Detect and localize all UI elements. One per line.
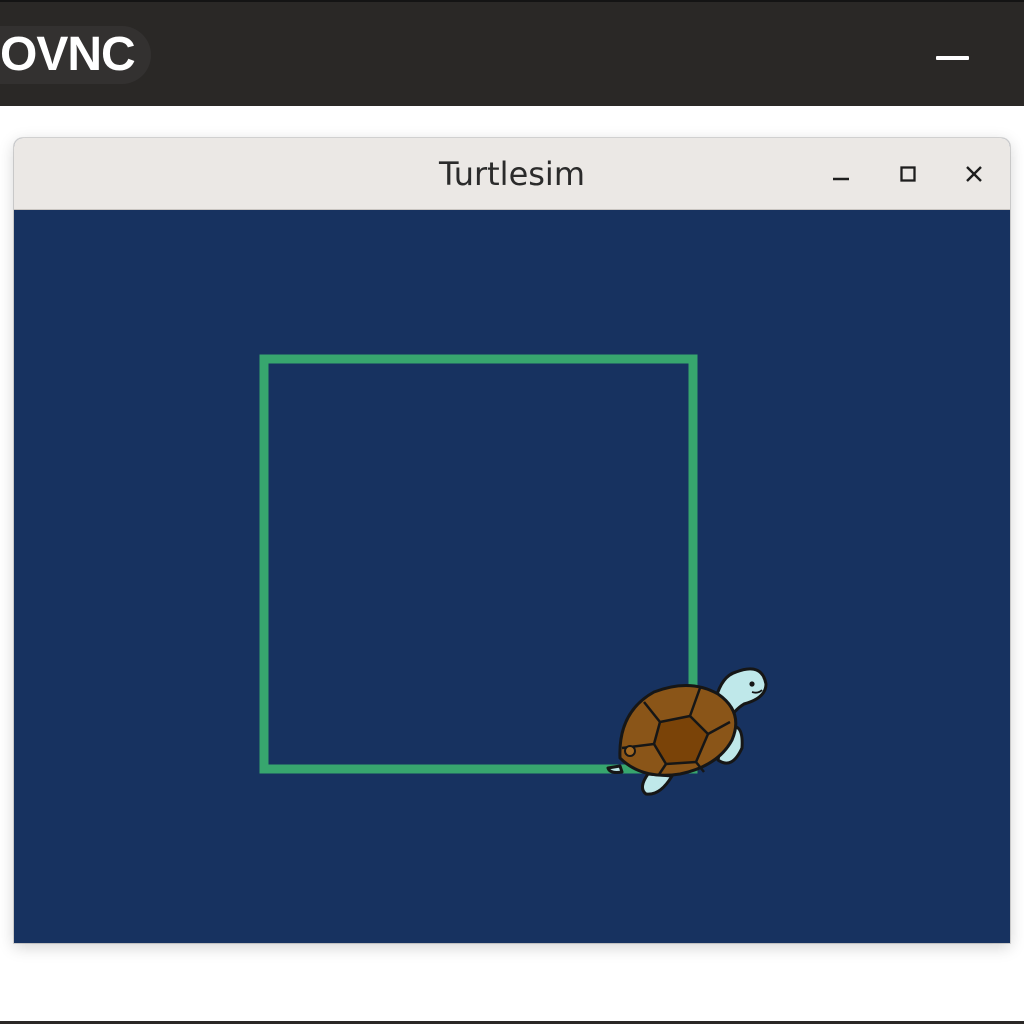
close-button[interactable]	[955, 155, 993, 193]
pen-trail-square	[259, 354, 698, 774]
vnc-minimize-button[interactable]	[920, 40, 984, 76]
turtle-icon	[606, 667, 768, 796]
minimize-button[interactable]	[822, 155, 860, 193]
vnc-toolbar: OVNC	[0, 0, 1024, 106]
close-icon	[966, 166, 982, 182]
window-titlebar[interactable]: Turtlesim	[14, 138, 1010, 210]
vnc-logo: OVNC	[0, 26, 151, 84]
maximize-button[interactable]	[889, 155, 927, 193]
minus-icon	[936, 56, 969, 60]
minimize-icon	[833, 177, 849, 181]
turtlesim-canvas	[14, 210, 1010, 943]
maximize-icon	[900, 166, 916, 182]
window-title: Turtlesim	[439, 155, 585, 193]
canvas-drawing	[259, 354, 768, 796]
turtlesim-window: Turtlesim	[14, 138, 1010, 943]
